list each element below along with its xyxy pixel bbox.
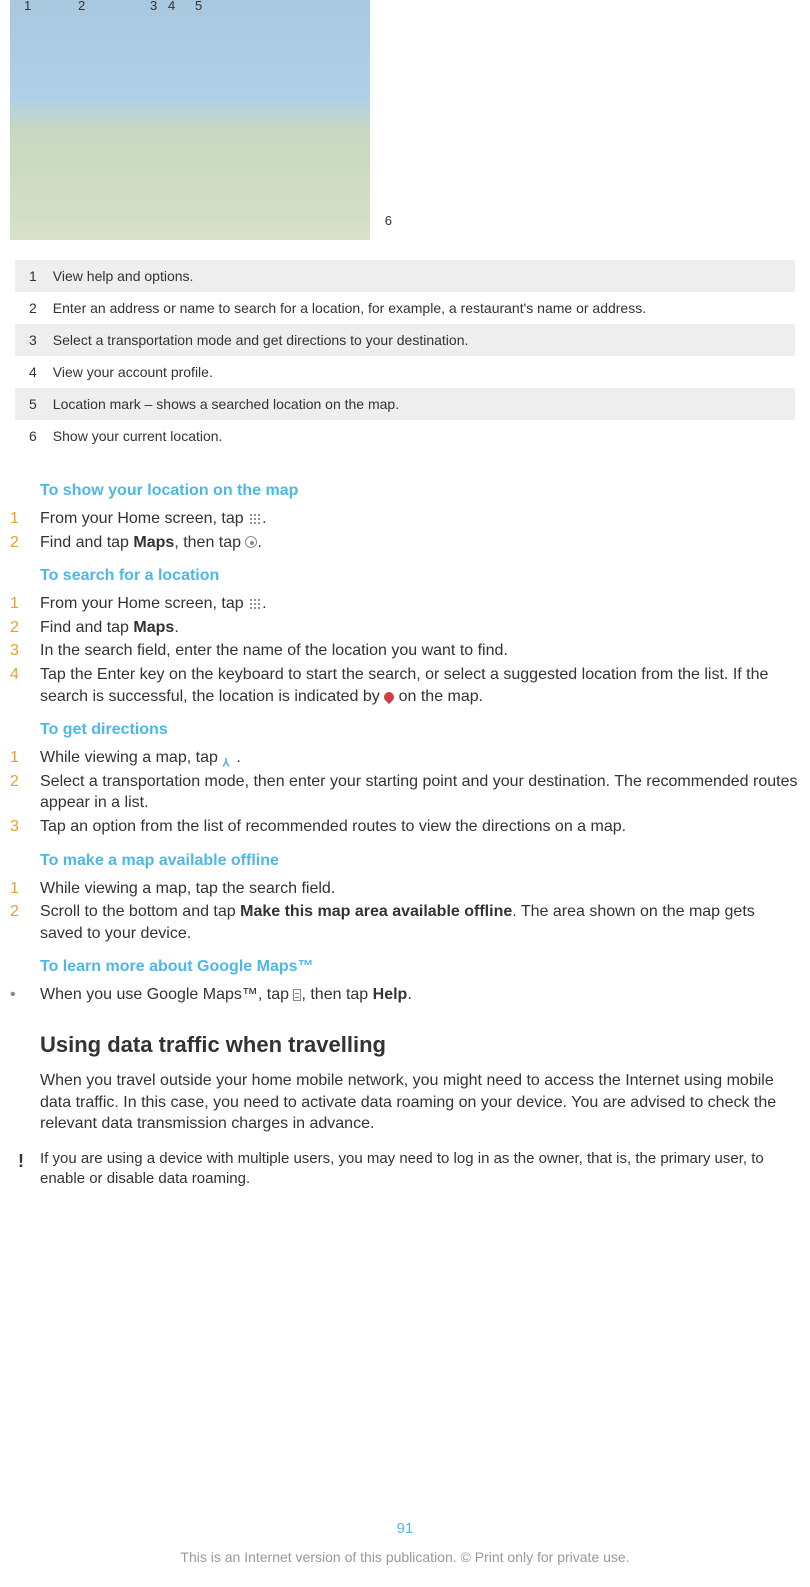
heading-get-directions: To get directions (40, 721, 800, 739)
legend-text: Location mark – shows a searched locatio… (45, 388, 795, 420)
step: 1 While viewing a map, tap the search fi… (10, 878, 800, 900)
step-text: Tap an option from the list of recommend… (40, 816, 800, 838)
step: 2 Find and tap Maps, then tap . (10, 532, 800, 554)
step-number: 2 (10, 617, 40, 639)
text: While viewing a map, tap (40, 749, 222, 766)
text: Find and tap (40, 534, 133, 551)
step-number: 4 (10, 664, 40, 686)
step: 1 While viewing a map, tap . (10, 747, 800, 769)
footer-text: This is an Internet version of this publ… (0, 1549, 810, 1565)
legend-row: 1View help and options. (15, 260, 795, 292)
step-text: Find and tap Maps. (40, 617, 800, 639)
text: . (262, 510, 266, 527)
step-text: Find and tap Maps, then tap . (40, 532, 800, 554)
legend-num: 6 (15, 420, 45, 452)
step-text: While viewing a map, tap the search fiel… (40, 878, 800, 900)
apps-grid-icon (248, 512, 262, 526)
bold-text: Maps (133, 534, 174, 551)
heading-offline-map: To make a map available offline (40, 852, 800, 870)
text: Find and tap (40, 619, 133, 636)
step-text: Select a transportation mode, then enter… (40, 771, 800, 814)
legend-row: 2Enter an address or name to search for … (15, 292, 795, 324)
step: 3 In the search field, enter the name of… (10, 640, 800, 662)
map-overview-image: 1 2 3 4 5 6 (10, 0, 370, 240)
directions-icon (222, 751, 236, 765)
bold-text: Help (373, 986, 408, 1003)
legend-text: View your account profile. (45, 356, 795, 388)
text: . (407, 986, 411, 1003)
step-text: From your Home screen, tap . (40, 508, 800, 530)
step: 4 Tap the Enter key on the keyboard to s… (10, 664, 800, 707)
text: From your Home screen, tap (40, 510, 248, 527)
callout-6: 6 (385, 213, 392, 228)
text: From your Home screen, tap (40, 595, 248, 612)
step-number: 1 (10, 593, 40, 615)
step: 2 Scroll to the bottom and tap Make this… (10, 901, 800, 944)
bold-text: Make this map area available offline (240, 903, 512, 920)
step-text: Scroll to the bottom and tap Make this m… (40, 901, 800, 944)
callout-2: 2 (78, 0, 85, 13)
legend-num: 2 (15, 292, 45, 324)
menu-icon (293, 989, 301, 1001)
text: . (174, 619, 178, 636)
step: 1 From your Home screen, tap . (10, 508, 800, 530)
step-number: 3 (10, 640, 40, 662)
step: • When you use Google Maps™, tap , then … (10, 984, 800, 1006)
step-number: 1 (10, 878, 40, 900)
step: 2 Select a transportation mode, then ent… (10, 771, 800, 814)
callout-4: 4 (168, 0, 175, 13)
text: . (236, 749, 240, 766)
legend-text: Enter an address or name to search for a… (45, 292, 795, 324)
step-text: While viewing a map, tap . (40, 747, 800, 769)
bold-text: Maps (133, 619, 174, 636)
step: 1 From your Home screen, tap . (10, 593, 800, 615)
legend-row: 6Show your current location. (15, 420, 795, 452)
text: . (262, 595, 266, 612)
step-number: 2 (10, 901, 40, 923)
important-icon: ! (10, 1149, 40, 1173)
step-number: 1 (10, 508, 40, 530)
step: 3 Tap an option from the list of recomme… (10, 816, 800, 838)
legend-table: 1View help and options. 2Enter an addres… (15, 260, 795, 452)
step-text: From your Home screen, tap . (40, 593, 800, 615)
step-number: 2 (10, 771, 40, 793)
legend-num: 1 (15, 260, 45, 292)
step-number: 2 (10, 532, 40, 554)
text: , then tap (174, 534, 245, 551)
note-text: If you are using a device with multiple … (40, 1149, 790, 1190)
legend-num: 4 (15, 356, 45, 388)
my-location-icon (245, 536, 257, 548)
text: on the map. (394, 688, 483, 705)
step-text: When you use Google Maps™, tap , then ta… (40, 984, 800, 1006)
page-number: 91 (0, 1520, 810, 1537)
legend-row: 4View your account profile. (15, 356, 795, 388)
text: When you use Google Maps™, tap (40, 986, 293, 1003)
legend-row: 5Location mark – shows a searched locati… (15, 388, 795, 420)
legend-text: Select a transportation mode and get dir… (45, 324, 795, 356)
main-heading: Using data traffic when travelling (40, 1032, 800, 1058)
heading-show-location: To show your location on the map (40, 482, 800, 500)
apps-grid-icon (248, 597, 262, 611)
step: 2 Find and tap Maps. (10, 617, 800, 639)
step-number: 3 (10, 816, 40, 838)
legend-num: 5 (15, 388, 45, 420)
legend-text: Show your current location. (45, 420, 795, 452)
note: ! If you are using a device with multipl… (10, 1149, 790, 1190)
step-text: In the search field, enter the name of t… (40, 640, 800, 662)
body-paragraph: When you travel outside your home mobile… (40, 1070, 790, 1135)
step-text: Tap the Enter key on the keyboard to sta… (40, 664, 800, 707)
text: Scroll to the bottom and tap (40, 903, 240, 920)
callout-3: 3 (150, 0, 157, 13)
heading-learn-more: To learn more about Google Maps™ (40, 958, 800, 976)
text: , then tap (301, 986, 372, 1003)
heading-search-location: To search for a location (40, 567, 800, 585)
bullet-icon: • (10, 984, 40, 1006)
legend-text: View help and options. (45, 260, 795, 292)
text: . (257, 534, 261, 551)
step-number: 1 (10, 747, 40, 769)
callout-5: 5 (195, 0, 202, 13)
callout-1: 1 (24, 0, 31, 13)
legend-num: 3 (15, 324, 45, 356)
legend-row: 3Select a transportation mode and get di… (15, 324, 795, 356)
